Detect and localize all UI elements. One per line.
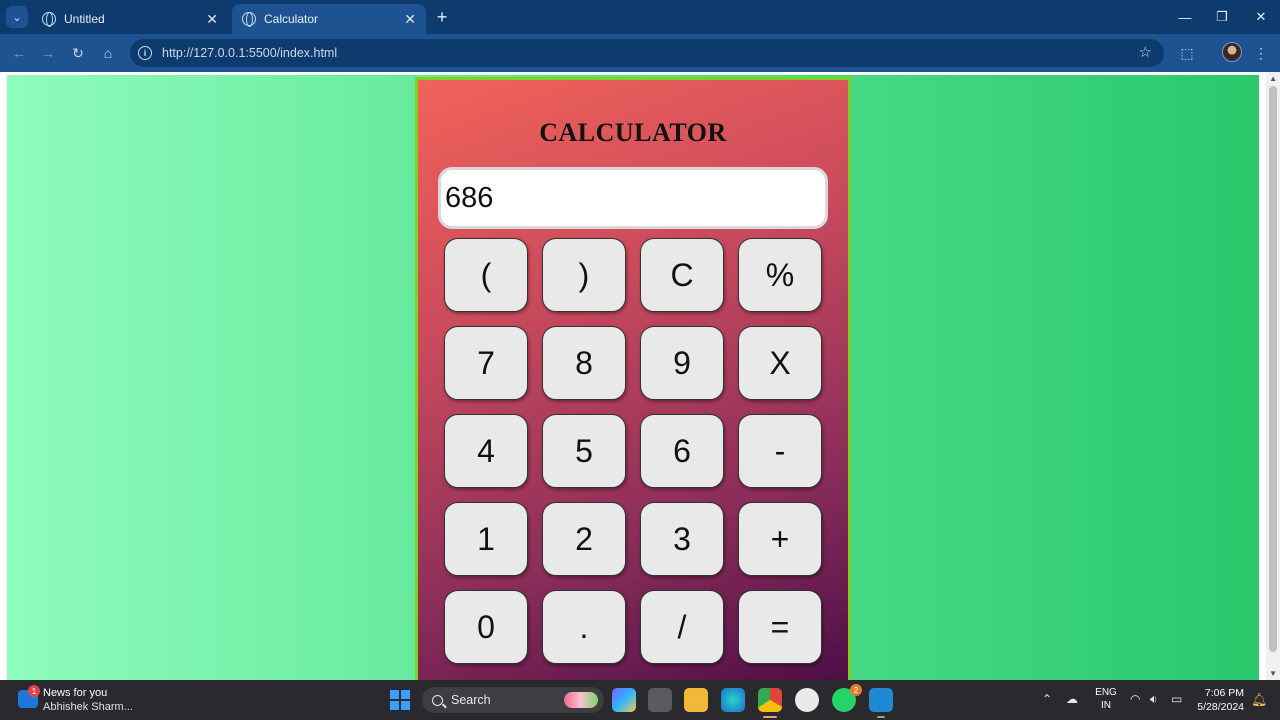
copilot-app-icon[interactable] — [612, 688, 636, 712]
browser-tab-strip: ⌄ Untitled ✕ Calculator ✕ + — ❐ ✕ — [0, 0, 1280, 34]
page-background: CALCULATOR 686 () C% 7 8 9 X 4 5 6- 1 2 3 +0. / = — [7, 75, 1259, 680]
clock-date: 5/28/2024 — [1197, 701, 1244, 713]
calculator-title: CALCULATOR — [539, 118, 727, 147]
file-explorer-icon[interactable] — [684, 688, 708, 712]
scroll-up-arrow-icon[interactable]: ▲ — [1269, 74, 1277, 83]
key-percent-button[interactable]: % — [738, 238, 822, 312]
start-windows-icon[interactable] — [390, 690, 410, 710]
onedrive-cloud-icon[interactable]: ☁ — [1066, 692, 1078, 706]
key-0-button[interactable]: 0 — [444, 590, 528, 664]
tab-close-icon[interactable]: ✕ — [404, 11, 416, 28]
browser-toolbar: ← → ↻ ⌂ i http://127.0.0.1:5500/index.ht… — [0, 34, 1280, 72]
key-7-button[interactable]: 7 — [444, 326, 528, 400]
news-badge: 1 — [28, 685, 40, 697]
address-bar[interactable]: i http://127.0.0.1:5500/index.html ☆ — [130, 39, 1164, 67]
calculator-display-input[interactable]: 686 — [438, 167, 828, 229]
scrollbar-thumb[interactable] — [1269, 86, 1277, 652]
key-4-button[interactable]: 4 — [444, 414, 528, 488]
key-divide-button[interactable]: / — [640, 590, 724, 664]
chrome-browser-icon[interactable] — [758, 688, 782, 718]
tray-chevron-up-icon[interactable]: ⌃ — [1042, 692, 1052, 706]
language-code: ENG — [1095, 687, 1117, 698]
key-3-button[interactable]: 3 — [640, 502, 724, 576]
key-2-button[interactable]: 2 — [542, 502, 626, 576]
close-window-icon[interactable]: ✕ — [1246, 6, 1276, 28]
scroll-down-arrow-icon[interactable]: ▼ — [1269, 669, 1277, 678]
tab-title: Untitled — [64, 12, 105, 26]
key-close-paren-button[interactable]: ) — [542, 238, 626, 312]
tab-search-chevron-icon[interactable]: ⌄ — [6, 6, 28, 28]
globe-icon — [242, 12, 256, 27]
tab-calculator[interactable]: Calculator ✕ — [232, 4, 426, 34]
key-6-button[interactable]: 6 — [640, 414, 724, 488]
key-minus-button[interactable]: - — [738, 414, 822, 488]
clock-time: 7:06 PM — [1204, 687, 1244, 699]
back-arrow-icon[interactable]: ← — [8, 42, 30, 64]
new-tab-plus-icon[interactable]: + — [432, 6, 452, 28]
taskbar-search-box[interactable]: Search — [422, 687, 604, 713]
wifi-icon[interactable]: ◠ — [1130, 692, 1140, 706]
tab-untitled[interactable]: Untitled ✕ — [32, 4, 228, 34]
globe-icon — [42, 12, 56, 27]
volume-icon[interactable]: 🔉︎ — [1150, 692, 1158, 707]
key-clear-button[interactable]: C — [640, 238, 724, 312]
bookmark-star-icon[interactable]: ☆ — [1139, 43, 1152, 61]
calculator-keypad: () C% 7 8 9 X 4 5 6- 1 2 3 +0. / = — [444, 238, 822, 664]
profile-avatar[interactable] — [1222, 42, 1242, 62]
forward-arrow-icon[interactable]: → — [37, 42, 59, 64]
battery-icon[interactable]: ▭ — [1171, 692, 1182, 706]
key-9-button[interactable]: 9 — [640, 326, 724, 400]
minimize-icon[interactable]: — — [1170, 6, 1200, 28]
windows-taskbar: 1 News for you Abhishek Sharm... Search … — [0, 680, 1280, 720]
search-highlight-image — [564, 692, 598, 708]
site-info-icon[interactable]: i — [138, 46, 152, 60]
edge-browser-icon[interactable] — [721, 688, 745, 712]
key-1-button[interactable]: 1 — [444, 502, 528, 576]
vertical-scrollbar[interactable]: ▲ ▼ — [1266, 72, 1280, 680]
address-bar-url[interactable]: http://127.0.0.1:5500/index.html — [162, 46, 337, 60]
news-app-icon[interactable] — [795, 688, 819, 712]
task-view-icon[interactable] — [648, 688, 672, 712]
whatsapp-icon[interactable]: 2 — [832, 684, 862, 712]
language-indicator[interactable]: ENG IN — [1094, 686, 1118, 712]
region-code: IN — [1101, 700, 1111, 711]
system-clock[interactable]: 7:06 PM 5/28/2024 — [1196, 686, 1244, 714]
extensions-puzzle-icon[interactable]: ⬚ — [1176, 42, 1198, 64]
browser-viewport: CALCULATOR 686 () C% 7 8 9 X 4 5 6- 1 2 3 +0. / = ▲ ▼ — [0, 72, 1280, 680]
key-5-button[interactable]: 5 — [542, 414, 626, 488]
notification-bell-icon[interactable]: 🔔︎ — [1251, 692, 1268, 708]
reload-icon[interactable]: ↻ — [67, 42, 89, 64]
vscode-icon[interactable] — [869, 688, 893, 718]
key-equals-button[interactable]: = — [738, 590, 822, 664]
taskbar-search-label: Search — [451, 693, 491, 707]
news-widget-title[interactable]: News for you — [43, 687, 107, 699]
key-multiply-button[interactable]: X — [738, 326, 822, 400]
key-open-paren-button[interactable]: ( — [444, 238, 528, 312]
key-plus-button[interactable]: + — [738, 502, 822, 576]
key-decimal-button[interactable]: . — [542, 590, 626, 664]
home-icon[interactable]: ⌂ — [97, 42, 119, 64]
whatsapp-badge: 2 — [850, 684, 862, 696]
search-icon — [432, 694, 443, 706]
tab-close-icon[interactable]: ✕ — [206, 11, 218, 28]
calculator-panel: CALCULATOR 686 () C% 7 8 9 X 4 5 6- 1 2 3 +0. / = — [415, 77, 851, 680]
browser-menu-kebab-icon[interactable]: ⋮ — [1250, 42, 1272, 64]
tab-title: Calculator — [264, 12, 319, 26]
restore-icon[interactable]: ❐ — [1207, 6, 1237, 28]
news-widget-subtitle[interactable]: Abhishek Sharm... — [43, 701, 133, 713]
key-8-button[interactable]: 8 — [542, 326, 626, 400]
